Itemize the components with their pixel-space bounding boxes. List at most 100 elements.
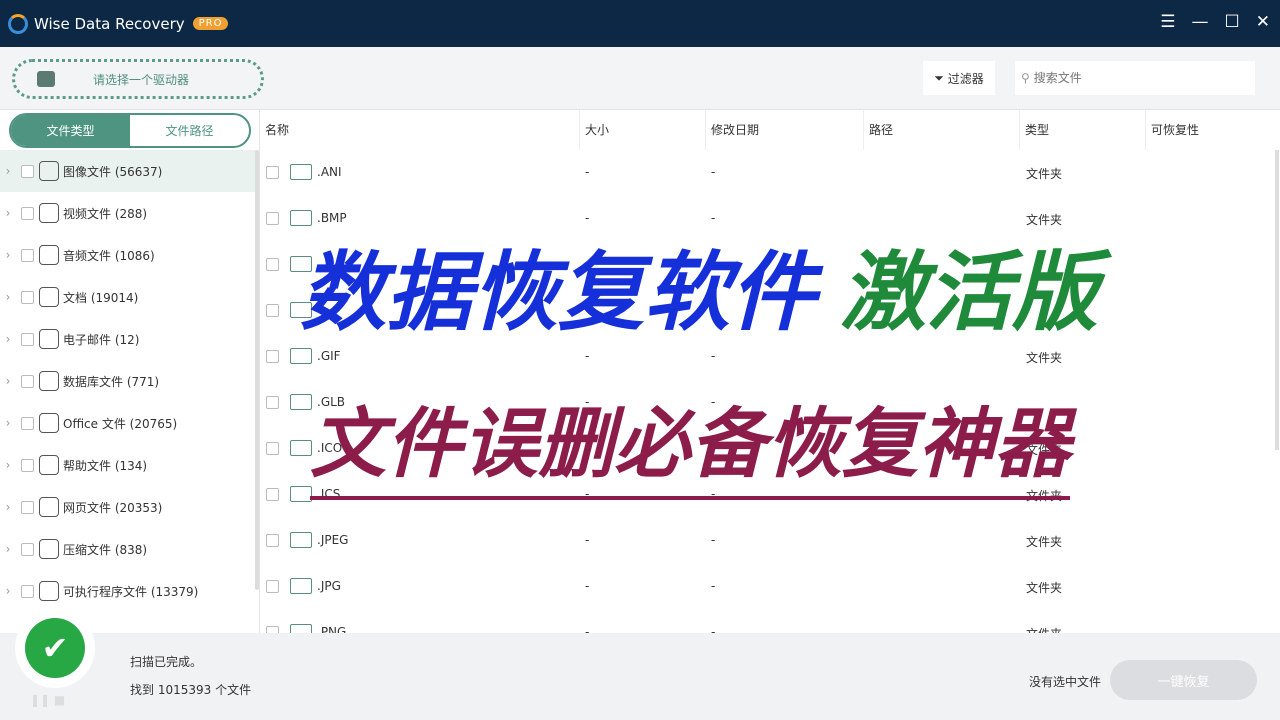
chevron-right-icon[interactable]: › <box>0 416 16 430</box>
column-recoverability[interactable]: 可恢复性 <box>1146 110 1272 150</box>
exe-icon <box>39 581 59 601</box>
tab-file-type[interactable]: 文件类型 <box>11 115 130 146</box>
filter-button[interactable]: ⏷ 过滤器 <box>923 61 995 95</box>
select-drive-button[interactable]: 请选择一个驱动器 <box>12 59 264 99</box>
checkbox[interactable] <box>266 166 279 179</box>
scan-complete-badge: ✔ <box>15 608 95 688</box>
checkbox[interactable] <box>21 332 34 346</box>
folder-icon <box>290 394 312 410</box>
folder-icon <box>290 348 312 364</box>
category-item[interactable]: › Office 文件 (20765) <box>0 402 255 444</box>
checkbox[interactable] <box>266 580 279 593</box>
table-row[interactable]: .JPEG - - 文件夹 <box>260 518 1275 564</box>
category-label: 压缩文件 (838) <box>63 542 148 557</box>
chevron-right-icon[interactable]: › <box>0 374 16 388</box>
category-label: 音频文件 (1086) <box>63 248 155 263</box>
chevron-right-icon[interactable]: › <box>0 458 16 472</box>
category-label: Office 文件 (20765) <box>63 416 178 431</box>
recover-button[interactable]: 一键恢复 <box>1110 660 1257 700</box>
category-panel: 文件类型 文件路径 › 图像文件 (56637) › 视频文件 (288) › 音频文件 … <box>0 110 260 633</box>
category-item[interactable]: › 视频文件 (288) <box>0 192 255 234</box>
table-row[interactable]: .JPG - - 文件夹 <box>260 564 1275 610</box>
table-scrollbar[interactable] <box>1275 150 1279 450</box>
category-item[interactable]: › 帮助文件 (134) <box>0 444 255 486</box>
folder-icon <box>290 486 312 502</box>
column-date[interactable]: 修改日期 <box>706 110 864 150</box>
category-item[interactable]: › 可执行程序文件 (13379) <box>0 570 255 612</box>
category-item[interactable]: › 压缩文件 (838) <box>0 528 255 570</box>
chevron-right-icon[interactable]: › <box>0 164 16 178</box>
file-type: 文件夹 <box>1026 581 1063 595</box>
status-bar: 扫描已完成。 找到 1015393 个文件 ❚❚ ■ 没有选中文件 <box>0 633 1280 720</box>
chevron-right-icon[interactable]: › <box>0 290 16 304</box>
category-item[interactable]: › 图像文件 (56637) <box>0 150 255 192</box>
category-item[interactable]: › 文档 (19014) <box>0 276 255 318</box>
chevron-right-icon[interactable]: › <box>0 542 16 556</box>
column-size[interactable]: 大小 <box>580 110 706 150</box>
overlay-title-blue: 数据恢复软件 <box>300 243 816 343</box>
checkbox[interactable] <box>266 350 279 363</box>
left-scrollbar[interactable] <box>255 150 259 590</box>
checkbox[interactable] <box>21 584 34 598</box>
column-name[interactable]: 名称 <box>260 110 580 150</box>
file-name: .JPEG <box>317 533 349 547</box>
chevron-right-icon[interactable]: › <box>0 206 16 220</box>
pause-stop-icons[interactable]: ❚❚ ■ <box>30 693 65 707</box>
checkbox[interactable] <box>266 304 279 317</box>
overlay-subtitle: 文件误删必备恢复神器 <box>310 382 1070 500</box>
file-size: - <box>585 165 590 179</box>
checkbox[interactable] <box>21 542 34 556</box>
category-item[interactable]: › 数据库文件 (771) <box>0 360 255 402</box>
category-label: 文档 (19014) <box>63 290 139 305</box>
files-found: 找到 1015393 个文件 <box>130 683 252 697</box>
audio-icon <box>39 245 59 265</box>
checkbox[interactable] <box>21 164 34 178</box>
checkbox[interactable] <box>21 500 34 514</box>
checkbox[interactable] <box>266 212 279 225</box>
document-icon <box>39 287 59 307</box>
checkbox[interactable] <box>266 488 279 501</box>
checkbox[interactable] <box>266 396 279 409</box>
zip-icon <box>39 539 59 559</box>
database-icon <box>39 371 59 391</box>
category-item[interactable]: › 电子邮件 (12) <box>0 318 255 360</box>
drive-label: 请选择一个驱动器 <box>93 72 190 87</box>
file-date: - <box>711 165 716 179</box>
category-item[interactable]: › 网页文件 (20353) <box>0 486 255 528</box>
column-path[interactable]: 路径 <box>864 110 1020 150</box>
checkbox[interactable] <box>21 290 34 304</box>
checkbox[interactable] <box>266 442 279 455</box>
menu-icon[interactable]: ☰ <box>1160 12 1175 32</box>
category-label: 帮助文件 (134) <box>63 458 148 473</box>
file-date: - <box>711 533 716 547</box>
file-type: 文件夹 <box>1026 535 1063 549</box>
folder-icon <box>290 440 312 456</box>
tab-file-path[interactable]: 文件路径 <box>130 115 249 146</box>
close-icon[interactable]: ✕ <box>1256 12 1270 32</box>
image-icon <box>39 161 59 181</box>
chevron-right-icon[interactable]: › <box>0 500 16 514</box>
chevron-right-icon[interactable]: › <box>0 584 16 598</box>
checkbox[interactable] <box>266 534 279 547</box>
search-box[interactable]: ⚲ <box>1015 61 1255 95</box>
search-input[interactable] <box>1033 71 1234 85</box>
checkbox[interactable] <box>21 416 34 430</box>
checkbox[interactable] <box>21 374 34 388</box>
table-row[interactable]: .ANI - - 文件夹 <box>260 150 1275 196</box>
chevron-right-icon[interactable]: › <box>0 248 16 262</box>
minimize-icon[interactable]: — <box>1192 12 1209 32</box>
file-name: .GIF <box>317 349 341 363</box>
scan-status: 扫描已完成。 <box>130 655 203 669</box>
filter-icon: ⏷ <box>934 70 944 85</box>
checkbox[interactable] <box>21 206 34 220</box>
column-type[interactable]: 类型 <box>1020 110 1146 150</box>
category-item[interactable]: › 音频文件 (1086) <box>0 234 255 276</box>
checkbox[interactable] <box>21 248 34 262</box>
maximize-icon[interactable]: ☐ <box>1225 12 1240 32</box>
video-icon <box>39 203 59 223</box>
search-icon: ⚲ <box>1021 71 1030 85</box>
checkbox[interactable] <box>266 258 279 271</box>
chevron-right-icon[interactable]: › <box>0 332 16 346</box>
checkbox[interactable] <box>21 458 34 472</box>
web-icon <box>39 497 59 517</box>
